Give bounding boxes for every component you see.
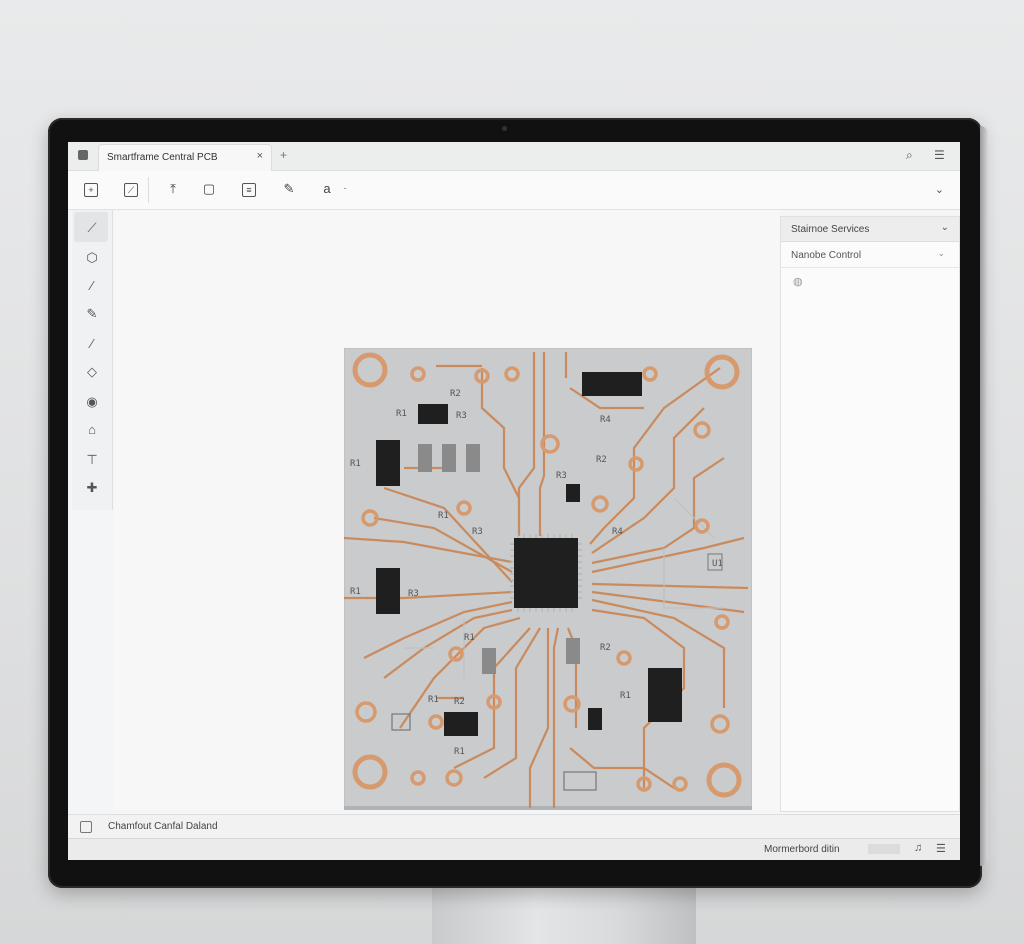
ref-label: R2 (600, 643, 611, 653)
ref-label: R3 (472, 527, 483, 537)
ref-label: R1 (620, 691, 631, 701)
transistor[interactable] (588, 708, 602, 730)
select-region-tool-icon[interactable]: ⟋ (124, 183, 138, 197)
chevron-down-icon[interactable]: ⌄ (937, 248, 945, 259)
console-icon[interactable] (80, 821, 92, 833)
new-tab-icon[interactable]: + (280, 148, 287, 162)
document-tab[interactable]: Smartframe Central PCB × (98, 144, 272, 171)
ic-bottom[interactable] (444, 712, 478, 736)
design-canvas[interactable]: R1 R3 R2 R1 R4 R2 R3 R1 R3 R4 R1 R3 R1 R… (114, 210, 780, 810)
ref-label: R3 (456, 411, 467, 421)
ref-label: R2 (450, 389, 461, 399)
properties-panel: Stairnoe Services ⌄ Nanobe Control ⌄ ◍ (780, 216, 960, 812)
ref-label: R3 (408, 589, 419, 599)
ref-label: R2 (454, 697, 465, 707)
wire-tool-icon[interactable]: ⁄ (84, 278, 100, 294)
component-tool-icon[interactable]: ⬡ (84, 250, 100, 266)
tab-title: Smartframe Central PCB (107, 152, 218, 163)
shape-tool-icon[interactable]: ⌂ (84, 422, 100, 438)
resistor[interactable] (566, 638, 580, 664)
mcu-chip[interactable] (514, 538, 578, 608)
panel-header-label: Stairnoe Services (791, 224, 870, 235)
pen-tool-icon[interactable]: ✎ (84, 306, 100, 322)
ref-label: U1 (712, 559, 723, 569)
console-bar: Chamfout Canfal Daland (68, 814, 960, 839)
ref-label: R1 (350, 459, 361, 469)
toolbar-divider (148, 177, 149, 203)
monitor-bezel: Smartframe Central PCB × + ⌕ ☰ + ⟋ ⤒ ▢ ≡… (48, 118, 988, 888)
route-tool-icon[interactable]: ⤒ (164, 180, 182, 198)
webcam (502, 126, 507, 131)
app-window: Smartframe Central PCB × + ⌕ ☰ + ⟋ ⤒ ▢ ≡… (68, 142, 960, 860)
board-edge (344, 806, 752, 810)
search-icon[interactable]: ⌕ (906, 148, 913, 163)
ref-label: R1 (454, 747, 465, 757)
ic-left-upper[interactable] (376, 440, 400, 486)
status-indicator (868, 844, 900, 854)
eraser-tool-icon[interactable]: ◇ (84, 364, 100, 380)
document-tool-icon[interactable]: ▢ (200, 180, 218, 198)
ref-label: R1 (350, 587, 361, 597)
status-bar: Mormerbord ditin ♫ ☰ (68, 838, 960, 860)
ref-label: R3 (556, 471, 567, 481)
close-tab-icon[interactable]: × (257, 150, 263, 162)
measure-tool-icon[interactable]: ⊤ (84, 452, 100, 468)
panel-dropdown[interactable]: Nanobe Control ⌄ (781, 243, 959, 268)
ic-top[interactable] (582, 372, 642, 396)
trace-tool-icon[interactable]: ⁄ (84, 336, 100, 352)
menu-icon[interactable]: ☰ (936, 842, 946, 855)
menu-icon[interactable]: ☰ (934, 148, 945, 162)
app-icon (78, 150, 88, 160)
ref-label: R4 (600, 415, 611, 425)
ref-label: R2 (596, 455, 607, 465)
resistor[interactable] (442, 444, 456, 472)
resistor[interactable] (482, 648, 496, 674)
console-label: Chamfout Canfal Daland (108, 821, 218, 832)
title-bar: Smartframe Central PCB × + ⌕ ☰ (68, 142, 960, 171)
chevron-down-icon[interactable]: ⌄ (941, 222, 949, 233)
ref-label: R1 (438, 511, 449, 521)
tool-palette: ⟋ ⬡ ⁄ ✎ ⁄ ◇ ◉ ⌂ ⊤ ✚ (72, 210, 113, 510)
notification-icon[interactable]: ♫ (914, 842, 922, 854)
status-label: Mormerbord ditin (764, 844, 840, 855)
transistor[interactable] (566, 484, 580, 502)
ic-right[interactable] (648, 668, 682, 722)
more-tools-icon[interactable]: · (336, 180, 354, 198)
move-tool-icon[interactable]: ✚ (84, 480, 100, 496)
select-tool-icon[interactable]: ⟋ (84, 220, 100, 236)
pencil-tool-icon[interactable]: ✎ (280, 180, 298, 198)
layers-icon[interactable]: ◍ (793, 275, 803, 288)
ref-label: R1 (428, 695, 439, 705)
ic-small[interactable] (418, 404, 448, 424)
panel-header[interactable]: Stairnoe Services ⌄ (781, 217, 959, 242)
ref-label: R1 (396, 409, 407, 419)
main-mcu[interactable] (510, 534, 582, 612)
resistor[interactable] (466, 444, 480, 472)
monitor-rim (980, 126, 988, 866)
ic-left-lower[interactable] (376, 568, 400, 614)
ref-label: R4 (612, 527, 623, 537)
via-tool-icon[interactable]: ◉ (84, 394, 100, 410)
layout-grid-tool-icon[interactable]: + (84, 183, 98, 197)
pcb-board[interactable]: R1 R3 R2 R1 R4 R2 R3 R1 R3 R4 R1 R3 R1 R… (344, 348, 752, 810)
main-toolbar: + ⟋ ⤒ ▢ ≡ ✎ a · ⌄ (68, 171, 960, 210)
panel-row-label: Nanobe Control (791, 250, 862, 261)
resistor[interactable] (418, 444, 432, 472)
ref-label: R1 (464, 633, 475, 643)
text-tool-icon[interactable]: a (318, 180, 336, 198)
layer-tool-icon[interactable]: ≡ (242, 183, 256, 197)
toolbar-dropdown-icon[interactable]: ⌄ (935, 183, 944, 196)
